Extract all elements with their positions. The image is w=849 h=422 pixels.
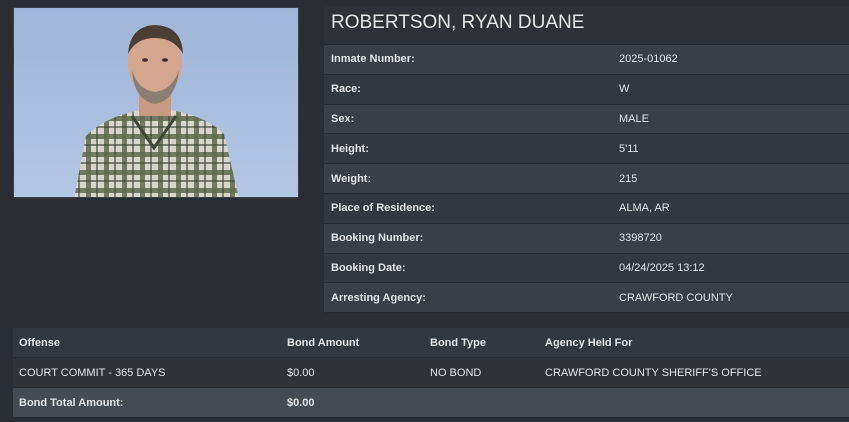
detail-row-inmate-number: Inmate Number: 2025-01062 — [324, 45, 849, 75]
offense-cell: COURT COMMIT - 365 DAYS — [13, 357, 281, 388]
column-header-bond-type: Bond Type — [424, 328, 539, 358]
bond-total-row: Bond Total Amount: $0.00 — [13, 387, 849, 418]
detail-label: Arresting Agency: — [331, 291, 426, 304]
offense-header-row: Offense Bond Amount Bond Type Agency Hel… — [13, 328, 849, 358]
detail-value: ALMA, AR — [619, 202, 670, 215]
detail-label: Sex: — [331, 112, 355, 125]
detail-value: 215 — [619, 172, 638, 185]
inmate-details: Inmate Number: 2025-01062 Race: W Sex: M… — [324, 45, 849, 314]
detail-label: Height: — [331, 142, 369, 155]
empty-cell — [539, 388, 849, 418]
detail-value: 5'11 — [619, 142, 639, 155]
detail-label: Weight: — [331, 172, 372, 185]
detail-row-weight: Weight: 215 — [324, 164, 849, 194]
column-header-offense: Offense — [13, 328, 281, 358]
detail-value: 2025-01062 — [619, 53, 678, 66]
bond-total-label: Bond Total Amount: — [19, 396, 124, 409]
detail-row-race: Race: W — [324, 74, 849, 105]
detail-label: Place of Residence: — [331, 202, 435, 215]
inmate-info-panel: ROBERTSON, RYAN DUANE Inmate Number: 202… — [324, 7, 849, 314]
table-row: COURT COMMIT - 365 DAYS $0.00 NO BOND CR… — [13, 357, 849, 388]
bond-total-value: $0.00 — [287, 396, 315, 409]
detail-value: 04/24/2025 13:12 — [619, 261, 705, 274]
detail-label: Booking Number: — [331, 232, 424, 245]
detail-label: Race: — [331, 83, 361, 96]
detail-row-booking-number: Booking Number: 3398720 — [324, 223, 849, 254]
detail-value: 3398720 — [619, 232, 662, 245]
empty-cell — [424, 388, 539, 418]
detail-label: Booking Date: — [331, 261, 406, 274]
detail-row-booking-date: Booking Date: 04/24/2025 13:12 — [324, 253, 849, 284]
detail-value: MALE — [619, 112, 649, 125]
mugshot-image — [14, 8, 298, 197]
detail-value: W — [619, 83, 630, 96]
detail-value: CRAWFORD COUNTY — [619, 291, 733, 304]
detail-row-arresting-agency: Arresting Agency: CRAWFORD COUNTY — [324, 283, 849, 314]
detail-row-height: Height: 5'11 — [324, 134, 849, 165]
offense-table: Offense Bond Amount Bond Type Agency Hel… — [13, 328, 849, 417]
inmate-name: ROBERTSON, RYAN DUANE — [324, 7, 849, 45]
bond-type-cell: NO BOND — [424, 357, 539, 388]
column-header-agency: Agency Held For — [539, 328, 849, 358]
agency-cell: CRAWFORD COUNTY SHERIFF'S OFFICE — [539, 357, 849, 388]
detail-row-sex: Sex: MALE — [324, 104, 849, 135]
bond-amount-cell: $0.00 — [281, 357, 424, 388]
detail-label: Inmate Number: — [331, 53, 415, 66]
column-header-bond-amount: Bond Amount — [281, 328, 424, 358]
detail-row-residence: Place of Residence: ALMA, AR — [324, 193, 849, 224]
inmate-photo — [13, 7, 299, 198]
